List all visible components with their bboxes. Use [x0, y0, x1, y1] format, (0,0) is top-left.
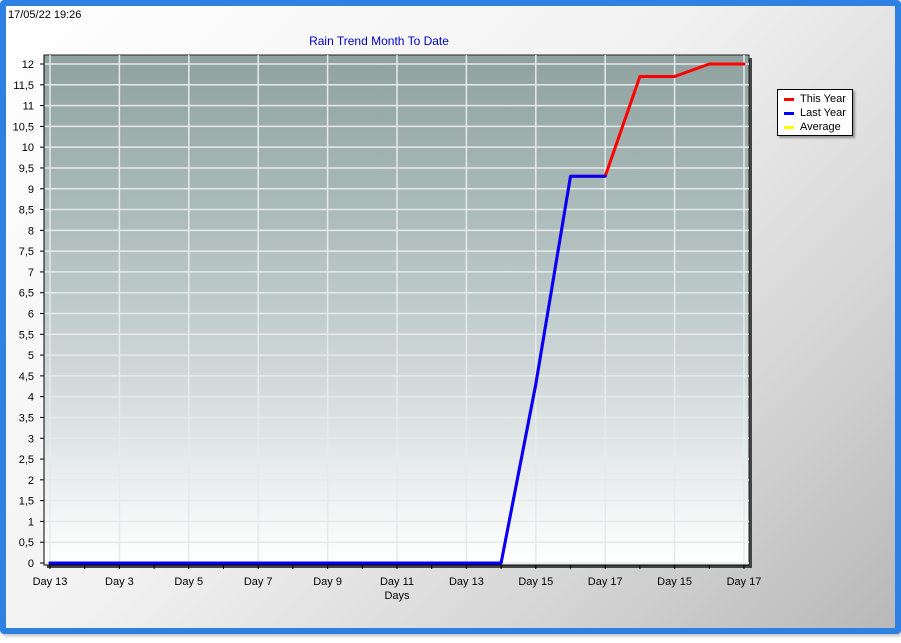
- y-tick-label: 0: [28, 558, 34, 570]
- y-tick-label: 4: [28, 392, 34, 404]
- y-tick-label: 5: [28, 350, 34, 362]
- legend-label: Average: [800, 121, 841, 133]
- x-tick-label: Day 17: [588, 576, 623, 588]
- y-tick-label: 8,5: [19, 205, 34, 217]
- chart-title: Rain Trend Month To Date: [309, 34, 449, 48]
- chart-svg: Rain Trend Month To Date 00,511,522,533,…: [13, 34, 762, 602]
- y-tick-label: 10,5: [13, 121, 34, 133]
- y-tick-label: 2,5: [19, 454, 34, 466]
- y-tick-label: 7,5: [19, 246, 34, 258]
- x-tick-label: Day 7: [244, 576, 273, 588]
- x-tick-label: Day 13: [33, 576, 68, 588]
- y-tick-label: 6,5: [19, 288, 34, 300]
- legend-label: This Year: [800, 93, 846, 105]
- legend-swatch: [784, 111, 794, 115]
- x-tick-label: Day 17: [727, 576, 762, 588]
- x-axis-label: Days: [384, 590, 410, 602]
- y-tick-label: 12: [22, 59, 34, 71]
- y-tick-label: 6: [28, 309, 34, 321]
- legend-item: Last Year: [778, 106, 852, 120]
- legend-item: Average: [778, 120, 852, 134]
- x-tick-label: Day 9: [313, 576, 342, 588]
- y-tick-label: 1,5: [19, 496, 34, 508]
- y-tick-label: 0,5: [19, 537, 34, 549]
- legend-swatch: [784, 125, 794, 129]
- y-tick-label: 10: [22, 142, 34, 154]
- x-tick-label: Day 13: [449, 576, 484, 588]
- y-tick-label: 5,5: [19, 329, 34, 341]
- y-tick-label: 1: [28, 516, 34, 528]
- x-tick-label: Day 5: [174, 576, 203, 588]
- legend: This Year Last Year Average: [777, 89, 853, 136]
- x-tick-label: Day 15: [657, 576, 692, 588]
- x-tick-label: Day 11: [380, 576, 414, 588]
- y-tick-label: 2: [28, 475, 34, 487]
- legend-label: Last Year: [800, 107, 846, 119]
- y-tick-label: 4,5: [19, 371, 34, 383]
- x-tick-label: Day 3: [105, 576, 134, 588]
- x-axis: Day 13 Day 3 Day 5 Day 7 Day 9 Day 11 Day 13 Da…: [33, 564, 762, 588]
- x-tick-label: Day 15: [518, 576, 553, 588]
- y-tick-label: 8: [28, 225, 34, 237]
- legend-swatch: [784, 97, 794, 101]
- y-tick-label: 7: [28, 267, 34, 279]
- y-tick-label: 9: [28, 184, 34, 196]
- y-tick-label: 11,5: [13, 80, 34, 92]
- y-tick-label: 3,5: [19, 412, 34, 424]
- y-tick-label: 9,5: [19, 163, 34, 175]
- y-axis: 00,511,522,533,544,555,566,577,588,599,5…: [13, 55, 45, 570]
- legend-item: This Year: [778, 92, 852, 106]
- y-tick-label: 3: [28, 433, 34, 445]
- y-tick-label: 11: [23, 101, 34, 113]
